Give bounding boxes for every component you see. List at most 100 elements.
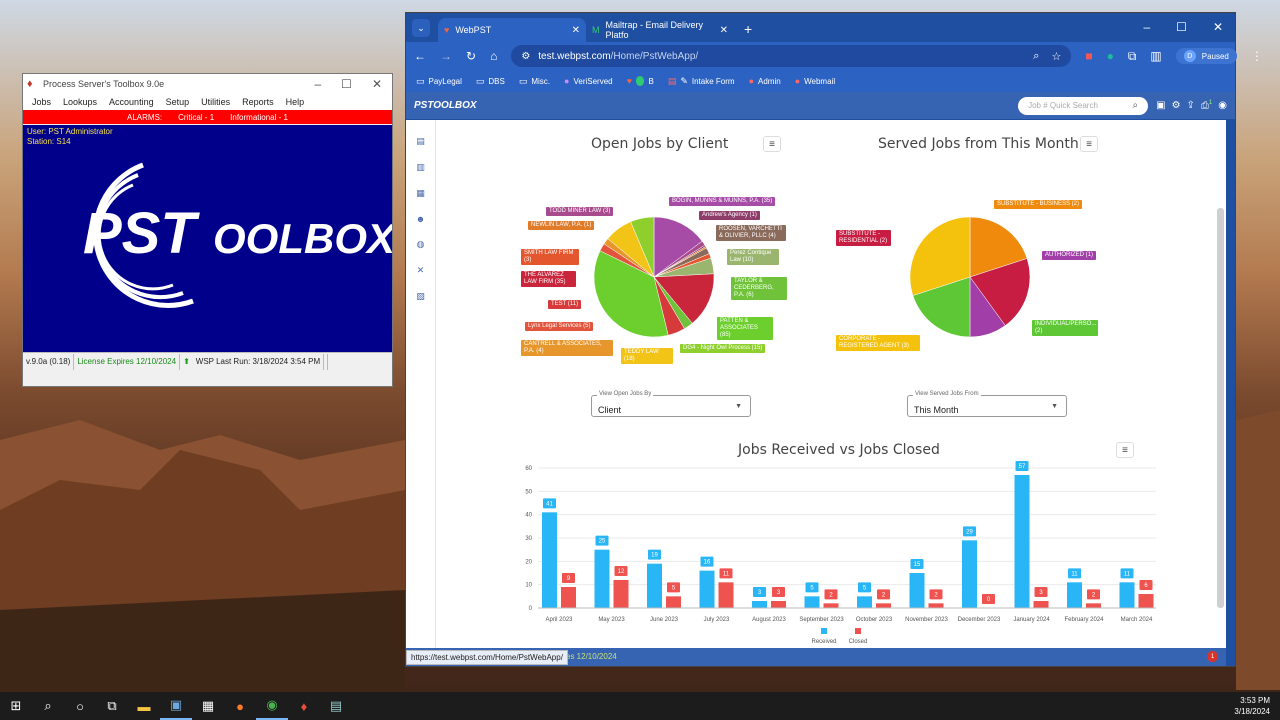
bookmark-intake-form[interactable]: ▤ ✎ Intake Form [668,76,735,87]
bar-received[interactable] [1067,582,1082,608]
bar-closed[interactable] [1138,594,1154,608]
close-tab-icon[interactable]: ✕ [720,25,728,36]
bar-chart-menu-button[interactable]: ≡ [1116,442,1134,458]
tab-search-button[interactable]: ⌄ [412,19,430,37]
dispatch-icon[interactable]: ⚙ [1172,100,1181,111]
bar-closed[interactable] [561,587,576,608]
grammarly-extension-icon[interactable]: ● [1107,49,1114,63]
extensions-icon[interactable]: ⧉ [1128,49,1137,64]
close-tab-icon[interactable]: ✕ [572,25,580,36]
alarm-bar[interactable]: ALARMS: Critical - 1 Informational - 1 [23,110,392,124]
open-jobs-menu-button[interactable]: ≡ [763,136,781,152]
bookmark-b[interactable]: ♥ B [627,76,654,86]
tab-mailtrap[interactable]: M Mailtrap - Email Delivery Platfo ✕ [586,18,734,42]
menu-lookups[interactable]: Lookups [63,97,97,107]
bar-closed[interactable] [1033,601,1049,608]
search-icon[interactable]: ⌕ [32,692,64,720]
bar-closed[interactable] [666,596,681,608]
bar-closed[interactable] [613,580,629,608]
bar-received[interactable] [962,540,977,608]
bar-received[interactable] [594,549,610,608]
alarm-critical[interactable]: Critical - 1 [178,113,214,122]
bookmark-veriserved[interactable]: ● VeriServed [564,76,613,86]
servers-icon[interactable]: ◍ [417,239,425,250]
cortana-icon[interactable]: ○ [64,692,96,720]
maximize-icon[interactable]: ☐ [341,77,352,91]
bar-closed[interactable] [1086,603,1101,608]
zoom-icon[interactable]: ⌕ [1033,50,1039,63]
bar-received[interactable] [1119,582,1135,608]
tab-webpst[interactable]: ♥ WebPST ✕ [438,18,586,42]
bookmark-star-icon[interactable]: ☆ [1051,50,1061,63]
menu-utilities[interactable]: Utilities [201,97,230,107]
search-icon[interactable]: ⌕ [1133,100,1139,111]
file-explorer-icon[interactable]: ▬ [128,692,160,720]
bookmark-webmail[interactable]: ● Webmail [795,76,835,86]
new-tab-button[interactable]: + [744,21,752,37]
served-jobs-menu-button[interactable]: ≡ [1080,136,1098,152]
firefox-icon[interactable]: ● [224,692,256,720]
store-icon[interactable]: ▦ [192,692,224,720]
bookmark-misc[interactable]: ▭ Misc. [519,76,550,87]
menu-accounting[interactable]: Accounting [109,97,154,107]
notepad-icon[interactable]: ▤ [320,692,352,720]
sidepanel-icon[interactable]: ▥ [1150,49,1161,63]
reload-icon[interactable]: ↻ [466,49,476,63]
browser-menu-icon[interactable]: ⋮ [1251,49,1263,63]
url-field[interactable]: ⚙ test.webpst.com/Home/PstWebApp/ ⌕ ☆ [511,45,1072,67]
bar-closed[interactable] [823,603,839,608]
user-menu-icon[interactable]: ◉ [1218,100,1227,111]
alarm-informational[interactable]: Informational - 1 [230,113,288,122]
calendar-icon[interactable]: ▦ [416,188,425,199]
new-job-icon[interactable]: ▣ [1156,100,1165,111]
close-icon[interactable]: ✕ [372,77,382,91]
print-icon[interactable]: ⎙1 [1201,100,1212,111]
bar-received[interactable] [752,601,767,608]
bookmark-dbs[interactable]: ▭ DBS [476,76,505,87]
bar-closed[interactable] [928,603,944,608]
minimize-icon[interactable]: – [314,77,321,91]
pdf-extension-icon[interactable]: ■ [1085,49,1092,63]
home-icon[interactable]: ⌂ [490,49,497,63]
bar-received[interactable] [699,570,715,608]
menu-jobs[interactable]: Jobs [32,97,51,107]
minimize-icon[interactable]: – [1143,20,1150,34]
page-scrollbar[interactable] [1217,208,1224,608]
bar-closed[interactable] [771,601,786,608]
jobs-icon[interactable]: ▥ [416,162,425,173]
bar-received[interactable] [804,596,820,608]
export-icon[interactable]: ⇪ [1187,100,1195,111]
pst-web-icon[interactable]: ♦ [288,692,320,720]
menu-help[interactable]: Help [286,97,305,107]
menu-setup[interactable]: Setup [166,97,190,107]
bookmark-paylegal[interactable]: ▭ PayLegal [416,76,462,87]
back-icon[interactable]: ← [414,49,426,63]
quick-search-input[interactable]: Job # Quick Search ⌕ [1018,96,1149,115]
reports-icon[interactable]: ▧ [416,291,425,302]
clients-icon[interactable]: ☻ [416,214,425,224]
forward-icon[interactable]: → [440,49,452,63]
menu-reports[interactable]: Reports [242,97,274,107]
pst-taskbar-icon[interactable]: ▣ [160,692,192,720]
legend-swatch[interactable] [821,628,827,634]
system-clock[interactable]: 3:53 PM 3/18/2024 [1234,695,1280,717]
bar-closed[interactable] [876,603,891,608]
bar-received[interactable] [542,512,557,608]
view-open-jobs-select[interactable]: View Open Jobs By Client ▼ [591,391,751,417]
bar-received[interactable] [647,563,662,608]
legend-label[interactable]: Received [811,639,836,645]
chrome-icon[interactable]: ◉ [256,692,288,720]
legend-label[interactable]: Closed [849,639,868,645]
dashboard-icon[interactable]: ▤ [416,136,425,147]
bar-closed[interactable] [718,582,734,608]
footer-notification-badge[interactable]: 1 [1207,651,1218,662]
bar-received[interactable] [909,573,925,608]
bar-received[interactable] [1014,475,1030,608]
tools-icon[interactable]: ✕ [417,265,425,276]
bar-received[interactable] [857,596,872,608]
app-brand-logo[interactable]: PSTOOLBOX [414,100,477,111]
legend-swatch[interactable] [855,628,861,634]
view-served-jobs-select[interactable]: View Served Jobs From This Month ▼ [907,391,1067,417]
site-info-icon[interactable]: ⚙ [521,51,530,62]
profile-button[interactable]: D Paused [1175,48,1237,64]
